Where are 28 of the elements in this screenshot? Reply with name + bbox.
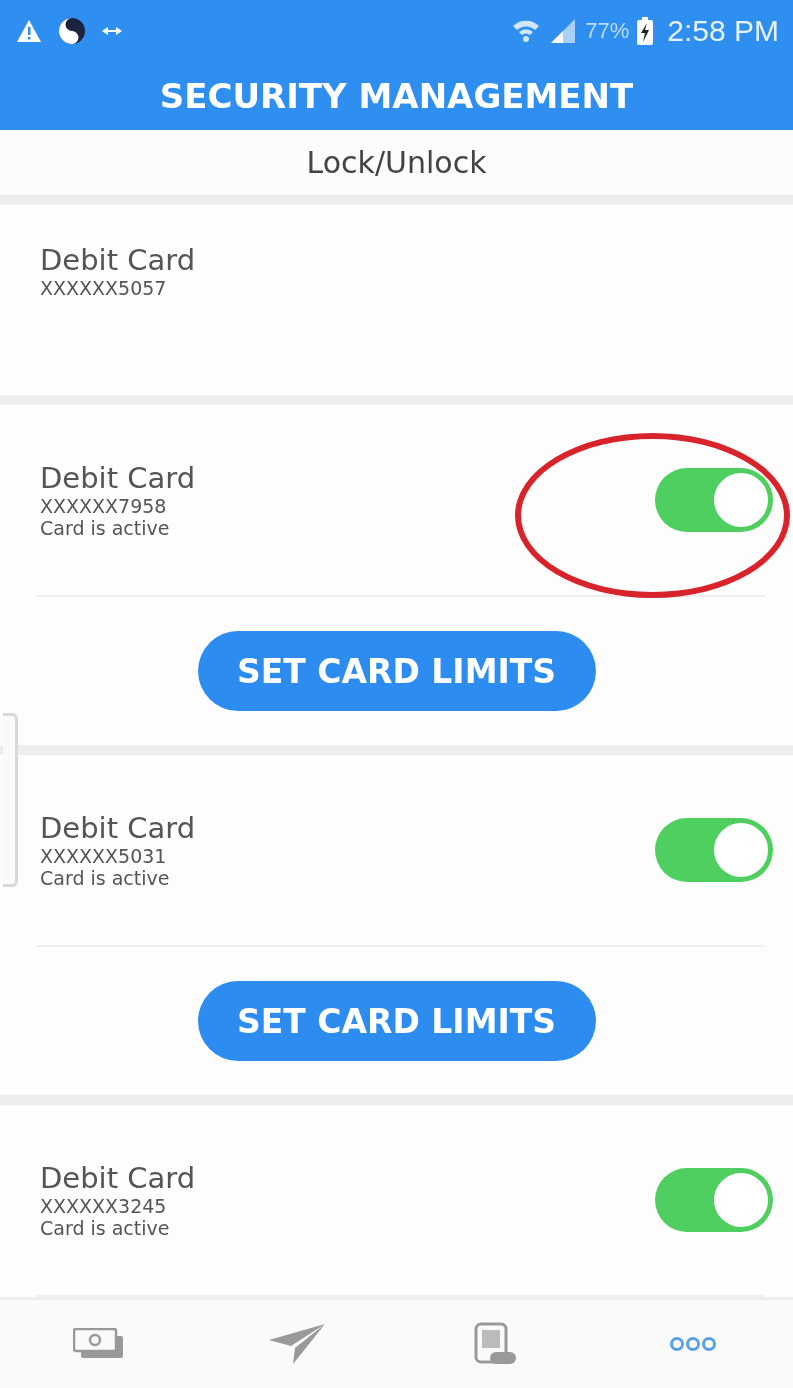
card-name: Debit Card bbox=[40, 811, 196, 845]
card-number: XXXXXX5031 bbox=[40, 845, 168, 867]
set-limits-button[interactable]: SET CARD LIMITS bbox=[197, 981, 596, 1061]
card-name: Debit Card bbox=[40, 243, 196, 277]
card-number: XXXXXX5057 bbox=[40, 277, 168, 299]
side-drawer-handle[interactable] bbox=[3, 713, 18, 887]
card-name: Debit Card bbox=[40, 461, 196, 495]
signal-icon bbox=[549, 17, 578, 45]
more-icon[interactable] bbox=[668, 1336, 719, 1352]
card-number: XXXXXX3245 bbox=[40, 1195, 168, 1217]
yin-yang-icon bbox=[58, 17, 86, 45]
lock-toggle[interactable] bbox=[655, 468, 773, 532]
warning-icon bbox=[16, 19, 42, 43]
card-status: Card is active bbox=[40, 1217, 171, 1239]
screen-title: SECURITY MANAGEMENT bbox=[159, 76, 634, 116]
card-number: XXXXXX7958 bbox=[40, 495, 168, 517]
section-title: Lock/Unlock bbox=[306, 145, 487, 180]
cash-icon[interactable] bbox=[73, 1328, 126, 1360]
battery-percent: 77% bbox=[585, 18, 630, 44]
set-limits-button[interactable]: SET CARD LIMITS bbox=[197, 631, 596, 711]
card-status: Card is active bbox=[40, 517, 171, 539]
card-name: Debit Card bbox=[40, 1161, 196, 1195]
battery-charging-icon bbox=[637, 17, 654, 45]
document-icon[interactable] bbox=[473, 1322, 518, 1366]
card-status: Card is active bbox=[40, 867, 171, 889]
clock-time: 2:58 PM bbox=[667, 14, 779, 48]
paper-plane-icon[interactable] bbox=[269, 1324, 326, 1364]
arrows-icon bbox=[102, 26, 122, 36]
